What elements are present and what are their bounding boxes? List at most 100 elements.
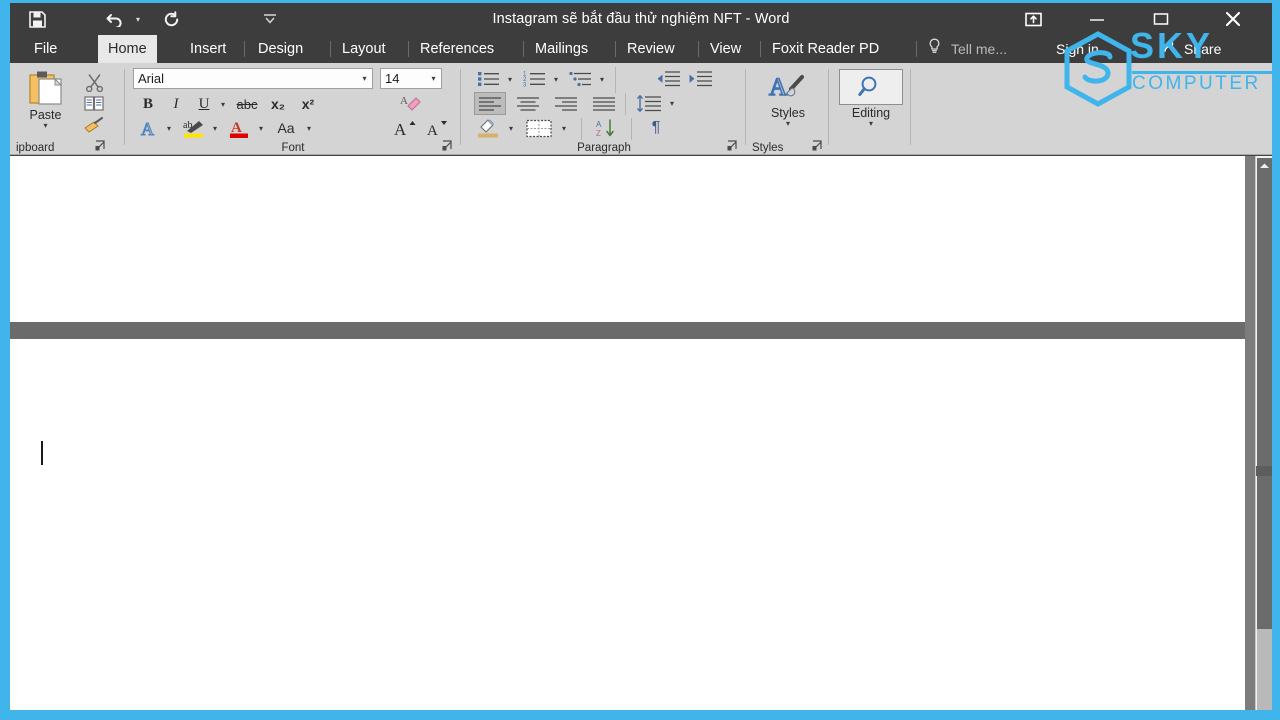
borders-dropdown-caret[interactable]: ▾	[557, 117, 571, 139]
copy-icon[interactable]	[82, 93, 106, 115]
paste-dropdown-caret[interactable]: ▾	[43, 122, 47, 130]
highlight-dropdown-caret[interactable]: ▾	[208, 117, 222, 139]
document-page-2[interactable]	[10, 339, 1245, 710]
cut-icon[interactable]	[82, 71, 106, 93]
chevron-down-icon[interactable]: ▾	[357, 74, 372, 83]
styles-button[interactable]: A Styles ▾	[758, 71, 818, 127]
tab-references[interactable]: References	[410, 35, 504, 63]
svg-text:A: A	[394, 120, 407, 138]
align-right-icon[interactable]	[550, 92, 582, 115]
shading-dropdown-caret[interactable]: ▾	[504, 117, 518, 139]
show-formatting-marks-icon[interactable]: ¶	[641, 117, 671, 139]
save-icon[interactable]	[24, 3, 50, 35]
ribbon-group-clipboard: Paste ▾ ipboard	[10, 63, 123, 155]
clipboard-dialog-launcher[interactable]	[94, 140, 107, 153]
decrease-indent-icon[interactable]	[653, 68, 683, 90]
sign-in-link[interactable]: Sign in	[1056, 35, 1099, 63]
tab-separator	[615, 41, 616, 57]
close-button[interactable]	[1210, 3, 1256, 35]
vertical-scrollbar[interactable]	[1255, 156, 1272, 710]
font-color-icon[interactable]: A	[224, 117, 254, 139]
italic-button[interactable]: I	[164, 93, 188, 115]
tab-review[interactable]: Review	[617, 35, 685, 63]
multilevel-dropdown-caret[interactable]: ▾	[595, 68, 609, 90]
sort-icon[interactable]: A Z	[591, 117, 623, 139]
shading-icon[interactable]	[474, 117, 504, 139]
increase-indent-icon[interactable]	[685, 68, 715, 90]
numbering-icon[interactable]: 1 2 3	[521, 68, 549, 90]
font-color-dropdown-caret[interactable]: ▾	[254, 117, 268, 139]
tab-separator	[698, 41, 699, 57]
window-frame: ▾ Instagram sẽ bắt đầu thử nghiệm NFT - …	[0, 0, 1280, 720]
scrollbar-thumb[interactable]	[1257, 174, 1272, 629]
editing-button[interactable]: Editing ▾	[838, 69, 904, 128]
scrollbar-track[interactable]	[1257, 629, 1272, 710]
group-divider	[745, 69, 746, 145]
minimize-button[interactable]	[1074, 3, 1120, 35]
tab-layout[interactable]: Layout	[332, 35, 396, 63]
numbering-dropdown-caret[interactable]: ▾	[549, 68, 563, 90]
shrink-font-icon[interactable]: A	[422, 117, 452, 139]
scroll-up-button[interactable]	[1257, 158, 1272, 174]
font-name-combo[interactable]: Arial ▾	[133, 68, 373, 89]
paragraph-dialog-launcher[interactable]	[726, 140, 739, 153]
tab-foxit-reader[interactable]: Foxit Reader PD	[762, 35, 889, 63]
justify-icon[interactable]	[588, 92, 620, 115]
ribbon-group-paragraph: ▾ 1 2 3 ▾ ▾ ▾ ▾ ▾ A Z ¶ Paragraph	[465, 63, 743, 155]
tab-design[interactable]: Design	[248, 35, 313, 63]
change-case-dropdown-caret[interactable]: ▾	[302, 117, 316, 139]
strikethrough-button[interactable]: abc	[232, 93, 262, 115]
customize-quick-access-toolbar-icon[interactable]	[260, 3, 280, 35]
svg-text:A: A	[596, 120, 602, 129]
page-break-gap	[10, 322, 1245, 339]
font-dialog-launcher[interactable]	[441, 140, 454, 153]
tab-file[interactable]: File	[24, 35, 67, 63]
grow-font-icon[interactable]: A	[390, 117, 420, 139]
font-size-combo[interactable]: 14 ▾	[380, 68, 442, 89]
change-case-button[interactable]: Aa	[270, 117, 302, 139]
borders-icon[interactable]	[523, 117, 555, 139]
multilevel-list-icon[interactable]	[567, 68, 595, 90]
inner-divider	[615, 67, 616, 93]
share-button[interactable]: Share	[1184, 35, 1221, 63]
highlight-icon[interactable]: ab	[178, 117, 208, 139]
align-center-icon[interactable]	[512, 92, 544, 115]
text-effects-icon[interactable]: A	[136, 117, 162, 139]
tab-separator	[244, 41, 245, 57]
search-icon[interactable]	[839, 69, 903, 105]
tab-view[interactable]: View	[700, 35, 751, 63]
tab-insert[interactable]: Insert	[180, 35, 236, 63]
paste-button[interactable]: Paste ▾	[18, 69, 73, 130]
clear-formatting-icon[interactable]: A	[396, 91, 424, 115]
text-cursor	[41, 441, 43, 465]
line-spacing-icon[interactable]	[633, 92, 665, 115]
scrollbar-split-handle[interactable]	[1256, 466, 1272, 476]
format-painter-icon[interactable]	[82, 115, 106, 137]
restore-button[interactable]	[1138, 3, 1184, 35]
styles-dialog-launcher[interactable]	[811, 140, 824, 153]
document-workspace[interactable]	[10, 156, 1272, 710]
styles-dropdown-caret[interactable]: ▾	[786, 120, 790, 128]
tab-mailings[interactable]: Mailings	[525, 35, 598, 63]
line-spacing-dropdown-caret[interactable]: ▾	[665, 92, 679, 115]
subscript-button[interactable]: x₂	[264, 93, 292, 115]
share-icon[interactable]	[1163, 35, 1177, 63]
text-effects-dropdown-caret[interactable]: ▾	[162, 117, 176, 139]
document-page-1[interactable]	[10, 156, 1245, 322]
tab-separator	[760, 41, 761, 57]
bullets-dropdown-caret[interactable]: ▾	[503, 68, 517, 90]
redo-icon[interactable]	[158, 3, 184, 35]
align-left-icon[interactable]	[474, 92, 506, 115]
underline-button[interactable]: U	[192, 93, 216, 115]
undo-dropdown-icon[interactable]: ▾	[130, 3, 146, 35]
bullets-icon[interactable]	[475, 68, 503, 90]
chevron-down-icon[interactable]: ▾	[426, 74, 441, 83]
undo-icon[interactable]	[102, 3, 128, 35]
ribbon-display-options-icon[interactable]	[1010, 3, 1056, 35]
editing-dropdown-caret[interactable]: ▾	[869, 120, 873, 128]
superscript-button[interactable]: x²	[294, 93, 322, 115]
tab-home[interactable]: Home	[98, 35, 157, 63]
tell-me-input[interactable]: Tell me...	[951, 35, 1007, 63]
underline-dropdown-caret[interactable]: ▾	[216, 93, 230, 115]
bold-button[interactable]: B	[136, 93, 160, 115]
